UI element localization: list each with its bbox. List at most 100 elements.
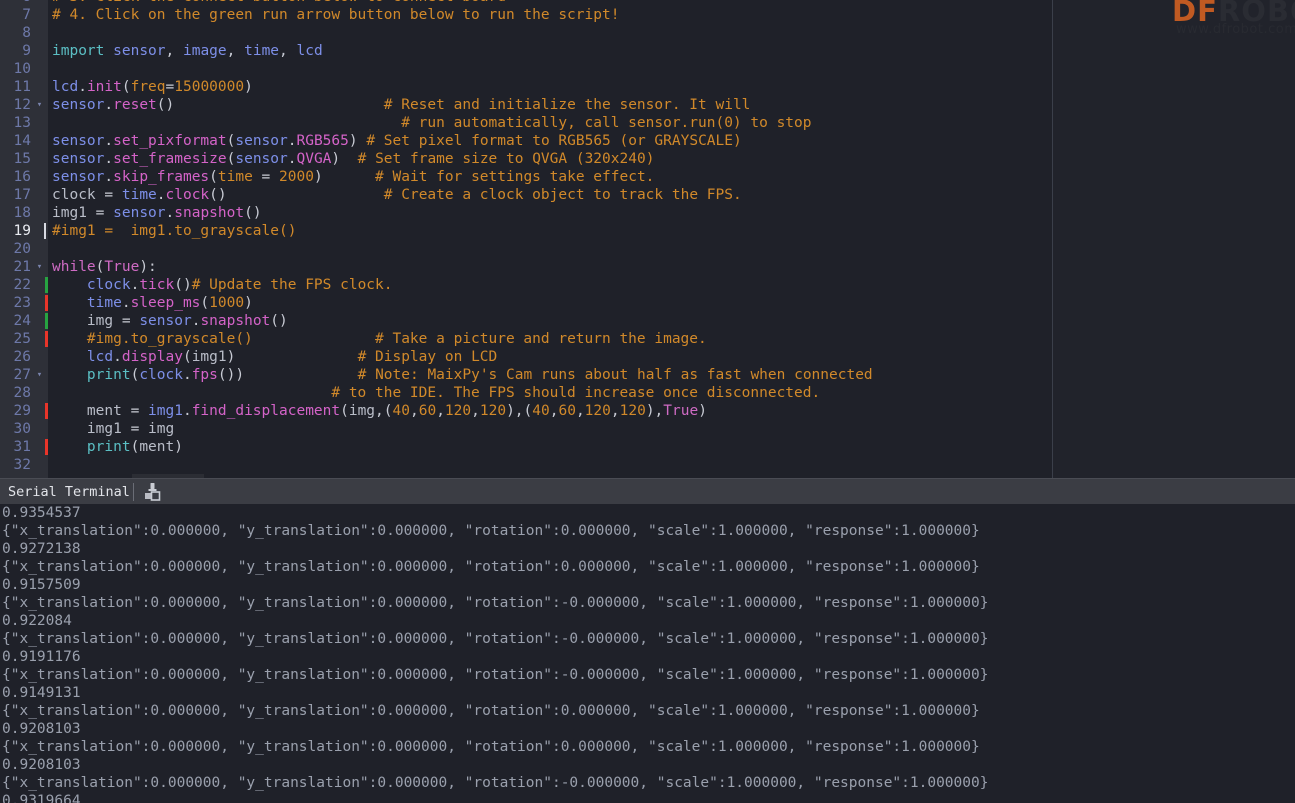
clear-terminal-icon[interactable] bbox=[142, 482, 164, 502]
code-line[interactable]: 21 ▾ while(True): bbox=[0, 258, 1052, 276]
line-gutter-cell[interactable]: 18 bbox=[0, 204, 48, 222]
line-gutter-cell[interactable]: 23 bbox=[0, 294, 48, 312]
line-gutter-cell[interactable]: 9 bbox=[0, 42, 48, 60]
code-line[interactable]: 30 img1 = img bbox=[0, 420, 1052, 438]
line-gutter-cell[interactable]: 11 bbox=[0, 78, 48, 96]
code-line-text[interactable]: time.sleep_ms(1000) bbox=[52, 294, 253, 312]
code-line[interactable]: 24 img = sensor.snapshot() bbox=[0, 312, 1052, 330]
code-token: 2000 bbox=[279, 169, 314, 185]
line-gutter-cell[interactable]: 14 bbox=[0, 132, 48, 150]
line-number: 20 bbox=[13, 241, 31, 257]
code-token: () bbox=[270, 313, 288, 329]
code-line-text[interactable]: lcd.display(img1) # Display on LCD bbox=[52, 348, 497, 366]
code-token: ( bbox=[130, 367, 140, 383]
code-line[interactable]: 22 clock.tick()# Update the FPS clock. bbox=[0, 276, 1052, 294]
code-editor-pane[interactable]: DFROBOT www.dfrobot.com 6# 3. Click the … bbox=[0, 0, 1295, 478]
code-scroll-area[interactable]: 6# 3. Click the connect button below to … bbox=[0, 0, 1052, 478]
code-token: ),( bbox=[506, 403, 533, 419]
line-gutter-cell[interactable]: 12 ▾ bbox=[0, 96, 48, 114]
code-line[interactable]: 28 # to the IDE. The FPS should increase… bbox=[0, 384, 1052, 402]
line-gutter-cell[interactable]: 27 ▾ bbox=[0, 366, 48, 384]
chevron-down-icon[interactable]: ▾ bbox=[34, 96, 45, 114]
line-gutter-cell[interactable]: 25 bbox=[0, 330, 48, 348]
code-token: ) bbox=[174, 439, 183, 455]
code-line[interactable]: 14 sensor.set_pixformat(sensor.RGB565) # … bbox=[0, 132, 1052, 150]
line-gutter-cell[interactable]: 31 bbox=[0, 438, 48, 456]
serial-terminal-output[interactable]: 0.9354537 {"x_translation":0.000000, "y_t… bbox=[0, 504, 1295, 803]
line-gutter-cell[interactable]: 19 bbox=[0, 222, 48, 240]
code-line[interactable]: 32 bbox=[0, 456, 1052, 474]
code-line[interactable]: 17 clock = time.clock() # Create a clock … bbox=[0, 186, 1052, 204]
code-line-text[interactable]: # run automatically, call sensor.run(0) … bbox=[52, 114, 811, 132]
line-gutter-cell[interactable]: 13 bbox=[0, 114, 48, 132]
line-gutter-cell[interactable]: 29 bbox=[0, 402, 48, 420]
line-gutter-cell[interactable]: 20 bbox=[0, 240, 48, 258]
text-cursor bbox=[44, 223, 46, 239]
line-gutter-cell[interactable]: 30 bbox=[0, 420, 48, 438]
code-line[interactable]: 15 sensor.set_framesize(sensor.QVGA) # Se… bbox=[0, 150, 1052, 168]
serial-terminal-header[interactable]: Serial Terminal bbox=[0, 478, 1295, 505]
code-line-text[interactable]: # 4. Click on the green run arrow button… bbox=[52, 6, 619, 24]
code-token: . bbox=[165, 205, 175, 221]
code-line-text[interactable]: ment = img1.find_displacement(img,(40,60… bbox=[52, 402, 707, 420]
line-gutter-cell[interactable]: 24 bbox=[0, 312, 48, 330]
code-line-text[interactable]: #img1 = img1.to_grayscale() bbox=[52, 222, 296, 240]
code-line[interactable]: 8 bbox=[0, 24, 1052, 42]
code-line-text[interactable]: while(True): bbox=[52, 258, 157, 276]
code-token: print bbox=[86, 439, 131, 455]
code-line-text[interactable]: img1 = img bbox=[52, 420, 174, 438]
code-line-text[interactable]: clock.tick()# Update the FPS clock. bbox=[52, 276, 393, 294]
code-line-text[interactable]: sensor.set_framesize(sensor.QVGA) # Set … bbox=[52, 150, 654, 168]
line-gutter-cell[interactable]: 7 bbox=[0, 6, 48, 24]
code-line-text[interactable]: print(clock.fps()) # Note: MaixPy's Cam … bbox=[52, 366, 873, 384]
line-gutter-cell[interactable]: 32 bbox=[0, 456, 48, 474]
code-line[interactable]: 7 # 4. Click on the green run arrow butto… bbox=[0, 6, 1052, 24]
code-line[interactable]: 12 ▾ sensor.reset() # Reset and initialize… bbox=[0, 96, 1052, 114]
code-token: # 3. Click the connect button below to c… bbox=[52, 0, 506, 5]
code-token: = bbox=[86, 205, 114, 221]
line-gutter-cell[interactable]: 17 bbox=[0, 186, 48, 204]
line-gutter-cell[interactable]: 10 bbox=[0, 60, 48, 78]
code-line[interactable]: 25 #img.to_grayscale() # Take a picture … bbox=[0, 330, 1052, 348]
code-line-text[interactable]: import sensor, image, time, lcd bbox=[52, 42, 323, 60]
line-gutter-cell[interactable]: 16 bbox=[0, 168, 48, 186]
code-line[interactable]: 26 lcd.display(img1) # Display on LCD bbox=[0, 348, 1052, 366]
line-gutter-cell[interactable]: 8 bbox=[0, 24, 48, 42]
chevron-down-icon[interactable]: ▾ bbox=[34, 366, 45, 384]
line-gutter-cell[interactable]: 28 bbox=[0, 384, 48, 402]
code-token: . bbox=[104, 97, 114, 113]
code-line[interactable]: 11 lcd.init(freq=15000000) bbox=[0, 78, 1052, 96]
code-line[interactable]: 27 ▾ print(clock.fps()) # Note: MaixPy's … bbox=[0, 366, 1052, 384]
code-line[interactable]: 23 time.sleep_ms(1000) bbox=[0, 294, 1052, 312]
code-line-text[interactable]: lcd.init(freq=15000000) bbox=[52, 78, 253, 96]
code-line[interactable]: 31 print(ment) bbox=[0, 438, 1052, 456]
chevron-down-icon[interactable]: ▾ bbox=[34, 258, 45, 276]
code-line-text[interactable]: clock = time.clock() # Create a clock ob… bbox=[52, 186, 742, 204]
code-token: . bbox=[130, 277, 140, 293]
code-line-text[interactable]: img = sensor.snapshot() bbox=[52, 312, 288, 330]
code-line-text[interactable]: # to the IDE. The FPS should increase on… bbox=[52, 384, 820, 402]
code-line-text[interactable]: sensor.set_pixformat(sensor.RGB565) # Se… bbox=[52, 132, 742, 150]
line-gutter-cell[interactable]: 21 ▾ bbox=[0, 258, 48, 276]
line-gutter-cell[interactable]: 26 bbox=[0, 348, 48, 366]
code-line[interactable]: 10 bbox=[0, 60, 1052, 78]
code-line[interactable]: 20 bbox=[0, 240, 1052, 258]
code-token: sensor bbox=[113, 205, 166, 221]
code-line-text[interactable]: #img.to_grayscale() # Take a picture and… bbox=[52, 330, 707, 348]
code-line[interactable]: 16 sensor.skip_frames(time = 2000) # Wait… bbox=[0, 168, 1052, 186]
code-line[interactable]: 18 img1 = sensor.snapshot() bbox=[0, 204, 1052, 222]
code-line[interactable]: 13 # run automatically, call sensor.run(… bbox=[0, 114, 1052, 132]
code-line-text[interactable]: print(ment) bbox=[52, 438, 183, 456]
code-line-text[interactable]: sensor.reset() # Reset and initialize th… bbox=[52, 96, 750, 114]
line-gutter-cell[interactable]: 15 bbox=[0, 150, 48, 168]
code-line[interactable]: 9 import sensor, image, time, lcd bbox=[0, 42, 1052, 60]
line-number: 17 bbox=[13, 187, 31, 203]
code-line[interactable]: 29 ment = img1.find_displacement(img,(40… bbox=[0, 402, 1052, 420]
code-line-text[interactable]: sensor.skip_frames(time = 2000) # Wait f… bbox=[52, 168, 654, 186]
code-line[interactable]: 19 #img1 = img1.to_grayscale() bbox=[0, 222, 1052, 240]
code-line-text[interactable]: img1 = sensor.snapshot() bbox=[52, 204, 262, 222]
line-gutter-cell[interactable]: 22 bbox=[0, 276, 48, 294]
